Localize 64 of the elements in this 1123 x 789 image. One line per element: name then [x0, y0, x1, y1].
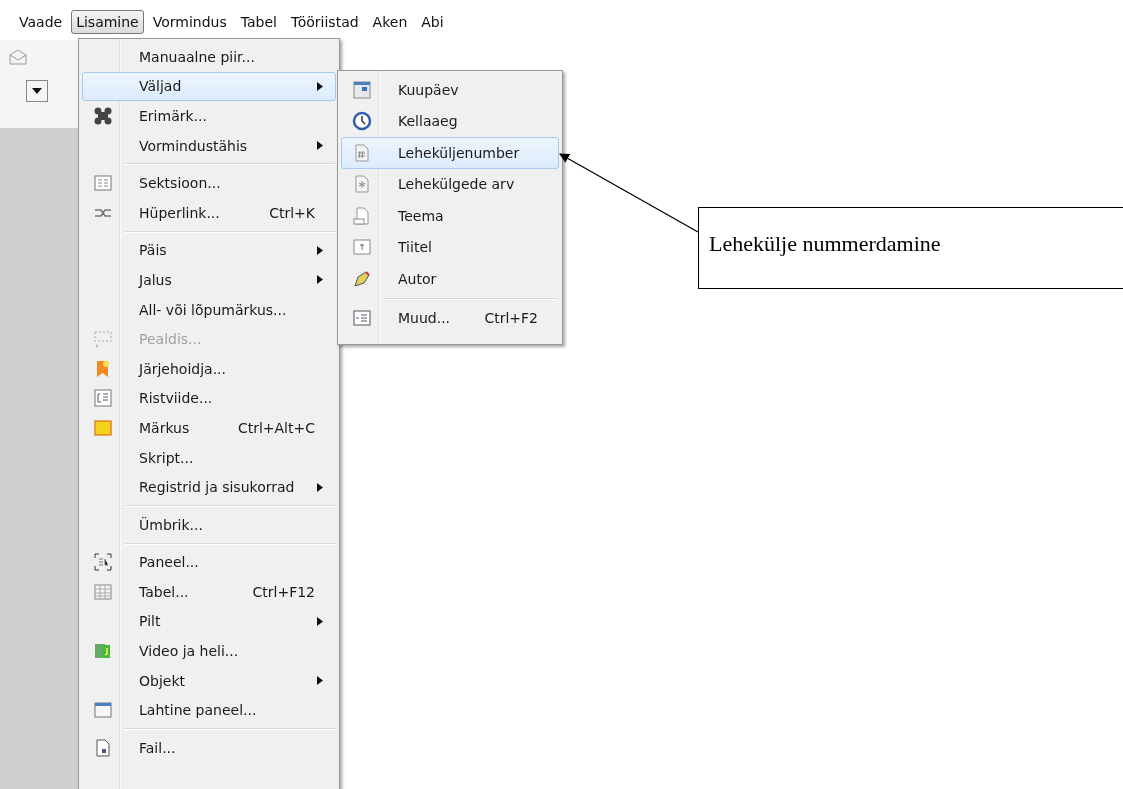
- calendar-icon: [352, 79, 372, 100]
- table-icon: [93, 581, 113, 602]
- menu-item[interactable]: Ristviide...: [82, 383, 336, 414]
- menu-item[interactable]: Autor: [341, 263, 559, 295]
- menu-item[interactable]: Manuaalne piir...: [82, 42, 336, 72]
- menu-item[interactable]: Lehekülgede arv: [341, 168, 559, 200]
- menu-item[interactable]: Skript...: [82, 442, 336, 473]
- menu-bar-item[interactable]: Vaade: [14, 10, 68, 34]
- dropdown-button[interactable]: [26, 80, 48, 102]
- menu-item[interactable]: All- või lõpumärkus...: [82, 294, 336, 325]
- list-icon: [352, 308, 372, 329]
- caret-icon: [32, 88, 42, 94]
- menu-item[interactable]: Leheküljenumber: [341, 137, 559, 169]
- menu-item[interactable]: Märkus Ctrl+Alt+C: [82, 413, 336, 443]
- submenu-arrow-icon: [317, 275, 323, 285]
- menu-item[interactable]: Video ja heli...: [82, 636, 336, 666]
- menu-item[interactable]: Paneel...: [82, 547, 336, 578]
- menu-item[interactable]: Kellaaeg: [341, 105, 559, 137]
- menu-item[interactable]: Objekt: [82, 665, 336, 696]
- list-icon: [93, 388, 113, 409]
- menu-bar-item[interactable]: Tabel: [235, 10, 282, 34]
- blank-page-icon: [352, 205, 372, 226]
- menu-item[interactable]: Tiitel: [341, 231, 559, 263]
- menu-bar-item[interactable]: Abi: [416, 10, 449, 34]
- window-icon: [93, 700, 113, 721]
- menu-bar-item[interactable]: Aken: [367, 10, 413, 34]
- command-icon: [93, 106, 113, 126]
- menu-item[interactable]: Tabel... Ctrl+F12: [82, 577, 336, 607]
- menu-item[interactable]: Registrid ja sisukorrad: [82, 472, 336, 502]
- submenu-arrow-icon: [317, 617, 323, 626]
- callout-text: Lehekülje nummerdamine: [698, 207, 1123, 289]
- submenu-arrow-icon: [317, 676, 323, 686]
- hash-page-icon: [352, 142, 372, 163]
- pen-icon: [352, 268, 372, 289]
- menu-item[interactable]: Muud... Ctrl+F2: [341, 302, 559, 334]
- menu-item[interactable]: Erimärk...: [82, 101, 336, 131]
- menu-item[interactable]: Teema: [341, 200, 559, 232]
- submenu-arrow-icon: [317, 141, 323, 151]
- document-icon: [93, 737, 113, 758]
- menu-item[interactable]: Fail...: [82, 733, 336, 763]
- menu-item[interactable]: Väljad: [82, 71, 336, 102]
- menu-item[interactable]: Sektsioon...: [82, 168, 336, 198]
- menu-item[interactable]: Ümbrik...: [82, 509, 336, 540]
- submenu-arrow-icon: [317, 482, 323, 492]
- menu-bar-item[interactable]: Lisamine: [71, 10, 144, 34]
- columns-icon: [93, 173, 113, 194]
- menu-item[interactable]: Hüperlink... Ctrl+K: [82, 197, 336, 228]
- menu-item[interactable]: Pilt: [82, 606, 336, 637]
- menu-bar-item[interactable]: Tööriistad: [285, 10, 364, 34]
- menu-item[interactable]: Kuupäev: [341, 74, 559, 106]
- submenu-arrow-icon: [317, 81, 323, 91]
- menu-bar-item[interactable]: Vormindus: [147, 10, 232, 34]
- menu-item[interactable]: Lahtine paneel...: [82, 695, 336, 726]
- submenu-arrow-icon: [317, 245, 323, 255]
- frame-icon: [93, 552, 113, 573]
- menu-item[interactable]: Järjehoidja...: [82, 353, 336, 384]
- caption-icon: [93, 329, 113, 350]
- clock-icon: [352, 111, 372, 132]
- asterisk-page-icon: [352, 174, 372, 195]
- menu-item[interactable]: Jalus: [82, 265, 336, 295]
- quote-icon: [352, 237, 372, 258]
- menu-item[interactable]: Vormindustähis: [82, 130, 336, 161]
- note-icon: [93, 417, 113, 438]
- menu-item[interactable]: Päis: [82, 235, 336, 266]
